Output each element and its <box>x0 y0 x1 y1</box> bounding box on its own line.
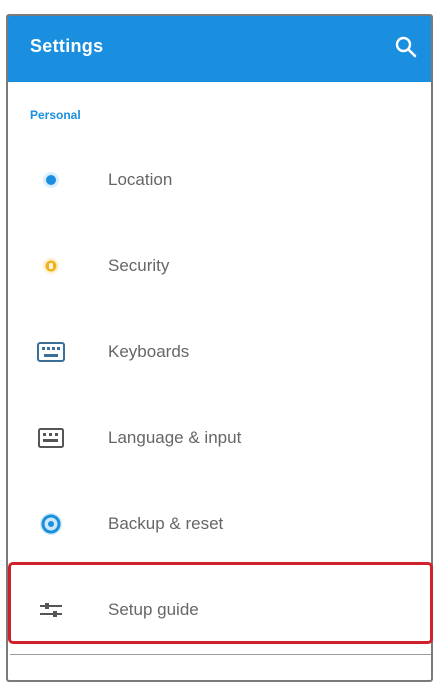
settings-item-backup-reset[interactable]: Backup & reset <box>8 482 431 566</box>
settings-item-setup-guide[interactable]: Setup guide <box>8 568 431 652</box>
section-header-personal: Personal <box>30 108 81 122</box>
settings-item-location[interactable]: Location <box>8 138 431 222</box>
settings-item-security[interactable]: Security <box>8 224 431 308</box>
keyboard-icon <box>36 338 66 366</box>
settings-item-keyboards[interactable]: Keyboards <box>8 310 431 394</box>
search-icon <box>395 36 417 58</box>
search-button[interactable] <box>393 34 419 60</box>
settings-item-language-input[interactable]: Language & input <box>8 396 431 480</box>
settings-screen: Settings Personal Location Security Keyb… <box>6 14 433 682</box>
settings-item-label: Location <box>108 170 173 189</box>
language-icon <box>36 424 66 452</box>
settings-item-label: Keyboards <box>108 342 190 361</box>
setup-guide-icon <box>36 596 66 624</box>
app-bar: Settings <box>8 16 431 82</box>
settings-item-label: Security <box>108 256 170 275</box>
settings-item-label: Setup guide <box>108 600 199 619</box>
settings-item-label: Language & input <box>108 428 242 447</box>
settings-item-label: Backup & reset <box>108 514 224 533</box>
backup-icon <box>36 510 66 538</box>
page-title: Settings <box>30 36 104 56</box>
security-icon <box>36 252 66 280</box>
location-icon <box>36 166 66 194</box>
divider <box>10 654 431 655</box>
